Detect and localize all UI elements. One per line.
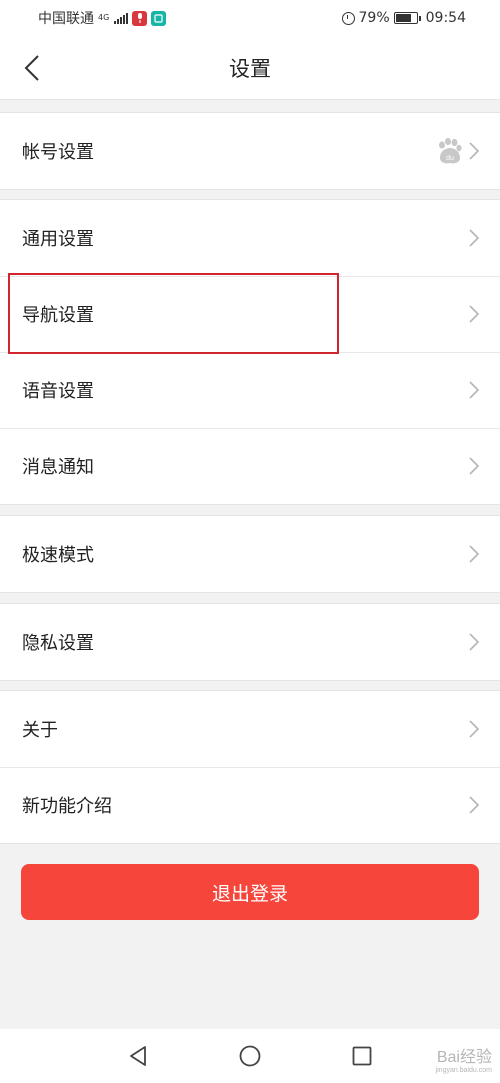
microphone-icon bbox=[132, 10, 148, 26]
row-label: 新功能介绍 bbox=[22, 796, 112, 817]
chevron-right-icon bbox=[468, 544, 480, 564]
nav-back-button[interactable] bbox=[124, 1042, 152, 1070]
row-general-settings[interactable]: 通用设置 bbox=[0, 200, 500, 276]
row-privacy-settings[interactable]: 隐私设置 bbox=[0, 604, 500, 680]
row-voice-settings[interactable]: 语音设置 bbox=[0, 352, 500, 428]
clock-time: 09:54 bbox=[425, 10, 466, 26]
row-new-features[interactable]: 新功能介绍 bbox=[0, 767, 500, 843]
chevron-right-icon bbox=[468, 380, 480, 400]
logout-button[interactable]: 退出登录 bbox=[21, 864, 479, 920]
row-label: 极速模式 bbox=[22, 545, 94, 566]
square-recents-icon bbox=[352, 1046, 372, 1066]
battery-percent: 79% bbox=[358, 10, 390, 26]
row-about[interactable]: 关于 bbox=[0, 691, 500, 767]
row-label: 通用设置 bbox=[22, 229, 94, 250]
app-notification-icon bbox=[151, 10, 167, 26]
chevron-right-icon bbox=[468, 632, 480, 652]
system-nav-bar bbox=[0, 1029, 500, 1083]
chevron-right-icon bbox=[468, 456, 480, 476]
chevron-right-icon bbox=[468, 141, 480, 161]
row-label: 语音设置 bbox=[22, 381, 94, 402]
row-label: 消息通知 bbox=[22, 457, 94, 478]
nav-home-button[interactable] bbox=[236, 1042, 264, 1070]
settings-group-general: 通用设置 导航设置 语音设置 消息通知 bbox=[0, 199, 500, 505]
settings-group-account: 帐号设置 du bbox=[0, 112, 500, 190]
status-right: 79% 09:54 bbox=[341, 10, 466, 26]
alarm-icon bbox=[341, 11, 355, 25]
row-label: 帐号设置 bbox=[22, 142, 94, 163]
triangle-back-icon bbox=[130, 1046, 146, 1066]
row-label: 隐私设置 bbox=[22, 633, 94, 654]
chevron-right-icon bbox=[468, 795, 480, 815]
back-button[interactable] bbox=[14, 50, 50, 86]
status-left: 中国联通 4G bbox=[38, 8, 167, 28]
row-label: 导航设置 bbox=[22, 305, 94, 326]
row-label: 关于 bbox=[22, 720, 58, 741]
circle-home-icon bbox=[239, 1045, 261, 1067]
chevron-right-icon bbox=[468, 228, 480, 248]
row-account-settings[interactable]: 帐号设置 du bbox=[0, 113, 500, 189]
baidu-paw-icon: du bbox=[434, 136, 464, 166]
status-bar: 中国联通 4G 79% 09:54 bbox=[0, 0, 500, 36]
page-title: 设置 bbox=[229, 56, 271, 81]
svg-text:du: du bbox=[446, 155, 454, 162]
settings-group-about: 关于 新功能介绍 bbox=[0, 690, 500, 844]
row-speed-mode[interactable]: 极速模式 bbox=[0, 516, 500, 592]
settings-group-privacy: 隐私设置 bbox=[0, 603, 500, 681]
network-type: 4G bbox=[98, 13, 110, 22]
header: 设置 bbox=[0, 36, 500, 100]
chevron-right-icon bbox=[468, 304, 480, 324]
battery-icon bbox=[393, 12, 421, 24]
settings-group-speed: 极速模式 bbox=[0, 515, 500, 593]
nav-recents-button[interactable] bbox=[348, 1042, 376, 1070]
signal-icon bbox=[114, 12, 129, 24]
back-arrow-icon bbox=[24, 55, 39, 81]
chevron-right-icon bbox=[468, 719, 480, 739]
row-navigation-settings[interactable]: 导航设置 bbox=[0, 276, 500, 352]
row-message-notifications[interactable]: 消息通知 bbox=[0, 428, 500, 504]
carrier-name: 中国联通 bbox=[38, 11, 94, 27]
